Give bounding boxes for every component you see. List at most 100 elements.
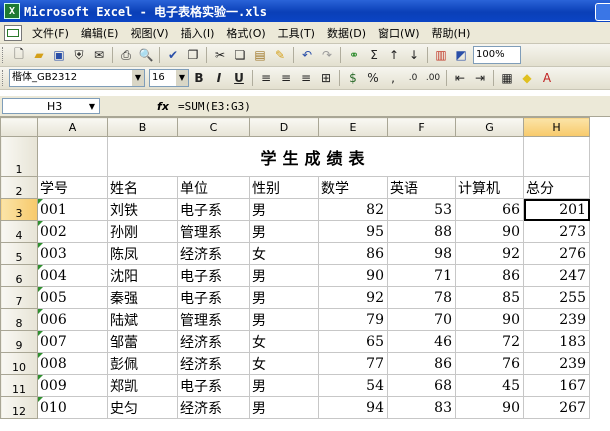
minimize-button[interactable] (595, 3, 610, 21)
column-title-cell[interactable]: 学号 (37, 176, 108, 199)
cell[interactable]: 78 (387, 286, 456, 309)
formula-input[interactable]: =SUM(E3:G3) (178, 100, 251, 113)
row-header[interactable]: 8 (0, 308, 38, 331)
menu-help[interactable]: 帮助(H) (426, 25, 477, 41)
row-header[interactable]: 9 (0, 330, 38, 353)
cell[interactable]: 88 (387, 220, 456, 243)
cell[interactable]: 005 (37, 286, 108, 309)
italic-icon[interactable]: I (210, 69, 228, 87)
sort-descending-icon[interactable]: ↓ (405, 46, 423, 64)
cell[interactable]: 46 (387, 330, 456, 353)
cell[interactable]: 002 (37, 220, 108, 243)
column-title-cell[interactable]: 总分 (523, 176, 590, 199)
menu-tools[interactable]: 工具(T) (272, 25, 321, 41)
zoom-box[interactable]: 100% (473, 46, 521, 64)
undo-icon[interactable]: ↶ (298, 46, 316, 64)
column-title-cell[interactable]: 英语 (387, 176, 456, 199)
cell[interactable]: 刘铁 (107, 198, 178, 221)
cell[interactable]: 85 (455, 286, 524, 309)
paste-icon[interactable]: ▤ (251, 46, 269, 64)
workbook-icon[interactable] (4, 24, 22, 41)
decrease-indent-icon[interactable]: ⇤ (451, 69, 469, 87)
column-title-cell[interactable]: 计算机 (455, 176, 524, 199)
column-header[interactable]: D (249, 117, 319, 137)
font-size-box[interactable]: 16 ▼ (149, 69, 189, 87)
cell[interactable]: 90 (455, 396, 524, 419)
merge-center-icon[interactable]: ⊞ (317, 69, 335, 87)
cell[interactable]: 008 (37, 352, 108, 375)
cell[interactable]: 陈凤 (107, 242, 178, 265)
cell[interactable]: 经济系 (177, 330, 250, 353)
spelling-icon[interactable]: ✔ (164, 46, 182, 64)
cell[interactable]: 001 (37, 198, 108, 221)
menu-file[interactable]: 文件(F) (26, 25, 75, 41)
cell[interactable]: 267 (523, 396, 590, 419)
column-header[interactable]: F (387, 117, 456, 137)
redo-icon[interactable]: ↷ (318, 46, 336, 64)
cell[interactable]: 68 (387, 374, 456, 397)
cell[interactable]: 92 (455, 242, 524, 265)
currency-icon[interactable]: $ (344, 69, 362, 87)
cell[interactable]: 45 (455, 374, 524, 397)
row-header[interactable]: 2 (0, 176, 38, 199)
column-title-cell[interactable]: 姓名 (107, 176, 178, 199)
cell[interactable]: 83 (387, 396, 456, 419)
cell[interactable]: 男 (249, 308, 319, 331)
cell[interactable]: 经济系 (177, 396, 250, 419)
cell[interactable]: 86 (387, 352, 456, 375)
cell[interactable]: 004 (37, 264, 108, 287)
email-icon[interactable]: ✉ (90, 46, 108, 64)
cell[interactable]: 孙刚 (107, 220, 178, 243)
cell[interactable]: 管理系 (177, 220, 250, 243)
cell[interactable]: 95 (318, 220, 388, 243)
row-header[interactable]: 10 (0, 352, 38, 375)
cell[interactable]: 女 (249, 242, 319, 265)
column-header[interactable]: H (523, 117, 590, 137)
menu-format[interactable]: 格式(O) (220, 25, 271, 41)
cell[interactable]: 电子系 (177, 374, 250, 397)
cell[interactable]: 276 (523, 242, 590, 265)
new-icon[interactable]: 🗋 (10, 46, 28, 64)
bold-icon[interactable]: B (190, 69, 208, 87)
increase-decimal-icon[interactable]: .0 (404, 69, 422, 87)
cell[interactable] (37, 136, 108, 177)
row-header[interactable]: 1 (0, 136, 38, 177)
cell[interactable]: 电子系 (177, 264, 250, 287)
cell[interactable]: 男 (249, 264, 319, 287)
cell[interactable]: 电子系 (177, 198, 250, 221)
cell[interactable]: 54 (318, 374, 388, 397)
cell[interactable]: 男 (249, 374, 319, 397)
cell[interactable]: 94 (318, 396, 388, 419)
column-title-cell[interactable]: 单位 (177, 176, 250, 199)
cell[interactable]: 女 (249, 330, 319, 353)
fill-color-icon[interactable]: ◆ (518, 69, 536, 87)
chevron-down-icon[interactable]: ▼ (176, 70, 188, 86)
column-header[interactable]: C (177, 117, 250, 137)
column-title-cell[interactable]: 性别 (249, 176, 319, 199)
autosum-icon[interactable]: Σ (365, 46, 383, 64)
cell[interactable]: 女 (249, 352, 319, 375)
cell[interactable]: 79 (318, 308, 388, 331)
font-color-icon[interactable]: A (538, 69, 556, 87)
cell[interactable]: 管理系 (177, 308, 250, 331)
cell[interactable]: 71 (387, 264, 456, 287)
cell[interactable]: 男 (249, 396, 319, 419)
copy-icon[interactable]: ❏ (231, 46, 249, 64)
cell[interactable]: 76 (455, 352, 524, 375)
cell[interactable]: 77 (318, 352, 388, 375)
cell[interactable]: 82 (318, 198, 388, 221)
toolbar-grip[interactable] (2, 47, 6, 63)
comma-icon[interactable]: , (384, 69, 402, 87)
open-icon[interactable]: ▰ (30, 46, 48, 64)
cell[interactable]: 006 (37, 308, 108, 331)
print-preview-icon[interactable]: 🔍 (137, 46, 155, 64)
row-header[interactable]: 6 (0, 264, 38, 287)
cell[interactable]: 007 (37, 330, 108, 353)
cell[interactable]: 183 (523, 330, 590, 353)
cell[interactable]: 陆斌 (107, 308, 178, 331)
increase-indent-icon[interactable]: ⇥ (471, 69, 489, 87)
menu-window[interactable]: 窗口(W) (372, 25, 425, 41)
sort-ascending-icon[interactable]: ↑ (385, 46, 403, 64)
align-center-icon[interactable]: ≡ (277, 69, 295, 87)
cell[interactable]: 郑凯 (107, 374, 178, 397)
